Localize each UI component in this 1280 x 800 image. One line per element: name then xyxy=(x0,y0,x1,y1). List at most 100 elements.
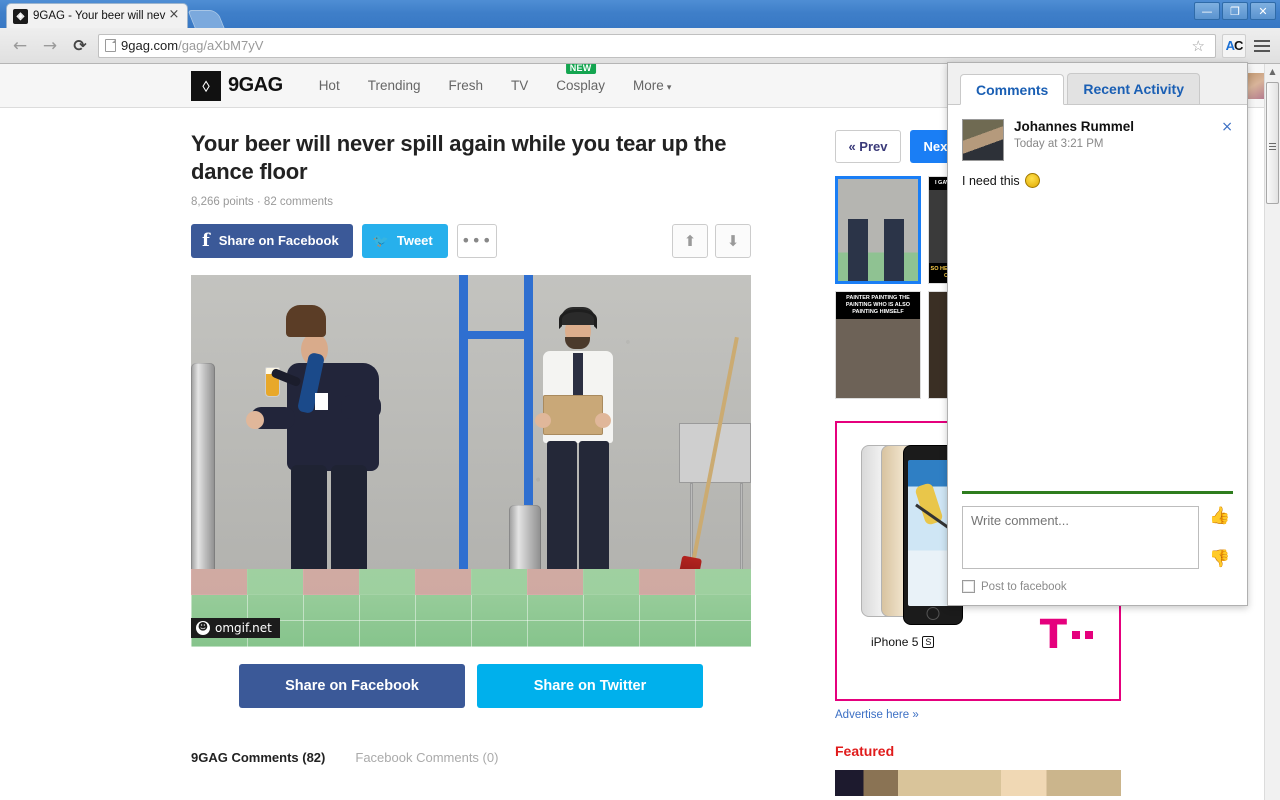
observer-hand-left xyxy=(535,412,551,428)
scroll-up-icon[interactable]: ▲ xyxy=(1265,64,1280,79)
comment-input[interactable] xyxy=(962,506,1199,569)
home-button-icon xyxy=(926,607,940,620)
thumb-figure-right xyxy=(884,219,904,281)
nav-label-cosplay: Cosplay xyxy=(556,78,606,93)
share-on-facebook-button[interactable]: f Share on Facebook xyxy=(191,223,353,258)
maximize-button[interactable]: ❐ xyxy=(1222,2,1248,20)
url-path: /gag/aXbM7yV xyxy=(178,38,264,53)
tweet-button[interactable]: 🐦 Tweet xyxy=(361,223,448,258)
nav-item-fresh[interactable]: Fresh xyxy=(434,78,497,93)
site-brand[interactable]: 9GAG xyxy=(228,74,283,97)
advertise-here-link[interactable]: Advertise here » xyxy=(835,709,1125,721)
tab-comments[interactable]: Comments xyxy=(960,74,1065,105)
chevron-down-icon: ▾ xyxy=(666,83,672,93)
reload-icon[interactable]: ⟳ xyxy=(68,34,92,58)
comment-avatar[interactable] xyxy=(962,119,1004,161)
twitter-icon: 🐦 xyxy=(372,232,389,248)
minimize-button[interactable]: — xyxy=(1194,2,1220,20)
tab-9gag-comments[interactable]: 9GAG Comments (82) xyxy=(191,750,325,765)
url-text: 9gag.com/gag/aXbM7yV xyxy=(121,38,263,53)
tmobile-logo: T xyxy=(1039,612,1093,658)
headphones-icon xyxy=(559,308,597,329)
browser-tab[interactable]: ◈ 9GAG - Your beer will nev × xyxy=(6,3,188,28)
back-icon[interactable]: ← xyxy=(8,34,32,58)
nav-item-trending[interactable]: Trending xyxy=(354,78,435,93)
watermark-text: omgif.net xyxy=(215,620,272,635)
tab-title: 9GAG - Your beer will nev xyxy=(33,10,166,22)
ext-letter-c: C xyxy=(1234,38,1243,53)
grin-emoji-icon xyxy=(1024,173,1040,188)
9gag-favicon-icon: ◈ xyxy=(13,8,28,24)
upvote-button[interactable]: ⬆ xyxy=(672,223,708,258)
observer-hand-right xyxy=(595,412,611,428)
tab-recent-activity[interactable]: Recent Activity xyxy=(1067,73,1200,104)
hamburger-menu-icon[interactable] xyxy=(1252,35,1272,57)
tab-facebook-comments[interactable]: Facebook Comments (0) xyxy=(355,750,498,765)
post-to-facebook-checkbox[interactable] xyxy=(962,580,975,593)
keg-left xyxy=(191,362,215,583)
nav-label-tv: TV xyxy=(511,78,529,93)
bookmark-star-icon[interactable]: ☆ xyxy=(1188,37,1209,55)
tmobile-letter: T xyxy=(1039,612,1067,658)
comment-compose-row: 👍 👎 xyxy=(962,506,1233,569)
forward-icon[interactable]: → xyxy=(38,34,62,58)
url-domain: 9gag.com xyxy=(121,38,179,53)
nav-label-more: More xyxy=(633,78,664,93)
share-on-twitter-big-button[interactable]: Share on Twitter xyxy=(477,663,703,708)
nav-item-more[interactable]: More ▾ xyxy=(619,78,685,93)
cart-leg-1 xyxy=(740,482,743,583)
thumbs-up-icon[interactable]: 👍 xyxy=(1209,506,1233,526)
close-icon[interactable]: × xyxy=(1221,119,1233,135)
site-nav: Hot Trending Fresh TV NEW Cosplay More ▾ xyxy=(305,64,686,93)
downvote-button[interactable]: ⬇ xyxy=(715,223,751,258)
tab-close-icon[interactable]: × xyxy=(167,8,181,23)
page-scrollbar[interactable]: ▲ xyxy=(1264,64,1280,800)
main-column: Your beer will never spill again while y… xyxy=(191,130,791,796)
clipboard-icon xyxy=(543,394,603,435)
comment-text: I need this xyxy=(962,173,1020,188)
browser-toolbar: ← → ⟳ 9gag.com/gag/aXbM7yV ☆ AC xyxy=(0,28,1280,64)
browser-titlebar: ◈ 9GAG - Your beer will nev × — ❐ ✕ xyxy=(0,0,1280,28)
post-to-facebook-row[interactable]: Post to facebook xyxy=(962,580,1233,593)
nav-item-cosplay[interactable]: NEW Cosplay xyxy=(542,64,619,93)
tmobile-dot-1 xyxy=(1072,631,1080,639)
ad-product-name: iPhone 5 xyxy=(871,635,919,649)
dancer-hand-left xyxy=(246,410,264,429)
dancer-arm-right xyxy=(341,394,381,419)
post-meta: 8,266 points · 82 comments xyxy=(191,196,791,208)
share-on-facebook-big-button[interactable]: Share on Facebook xyxy=(239,663,465,708)
thumbnail-item-0[interactable] xyxy=(835,176,921,284)
dancer-hair xyxy=(286,304,326,337)
nav-item-hot[interactable]: Hot xyxy=(305,78,354,93)
nav-item-tv[interactable]: TV xyxy=(497,78,542,93)
vote-group: ⬆ ⬇ xyxy=(672,223,751,258)
comment-author[interactable]: Johannes Rummel xyxy=(1014,119,1134,134)
scrollbar-thumb[interactable] xyxy=(1266,82,1279,204)
new-tab-button[interactable] xyxy=(187,10,225,28)
more-options-button[interactable]: ••• xyxy=(456,223,497,258)
pipe-horizontal xyxy=(459,330,527,339)
thumbnail-item-2[interactable]: PAINTER PAINTING THE PAINTING WHO IS ALS… xyxy=(835,291,921,399)
featured-image[interactable] xyxy=(835,770,1121,796)
post-image[interactable]: ☻ omgif.net xyxy=(191,274,751,647)
divider xyxy=(962,491,1233,494)
meta-separator: · xyxy=(256,195,261,208)
thumbs-down-icon[interactable]: 👎 xyxy=(1209,549,1233,569)
page-title: Your beer will never spill again while y… xyxy=(191,131,727,184)
popup-tab-bar: Comments Recent Activity xyxy=(948,63,1247,105)
address-bar[interactable]: 9gag.com/gag/aXbM7yV ☆ xyxy=(98,33,1216,58)
prev-button[interactable]: « Prev xyxy=(835,130,901,163)
ac-extension-icon[interactable]: AC xyxy=(1222,33,1246,58)
close-window-button[interactable]: ✕ xyxy=(1250,2,1276,20)
comment-body: I need this xyxy=(962,173,1233,188)
pipe-vertical-left xyxy=(459,274,468,605)
post-action-row: f Share on Facebook 🐦 Tweet ••• ⬆ ⬇ xyxy=(191,223,751,258)
popup-footer: 👍 👎 Post to facebook xyxy=(948,491,1247,605)
facebook-icon: f xyxy=(202,229,210,251)
window-controls: — ❐ ✕ xyxy=(1194,2,1276,20)
9gag-logo-icon[interactable]: ⬨ xyxy=(191,70,221,101)
thumb-figure-left xyxy=(848,219,868,281)
comment-tabs: 9GAG Comments (82) Facebook Comments (0) xyxy=(191,750,791,765)
ad-product-suffix: S xyxy=(922,636,935,648)
comment-header: Johannes Rummel Today at 3:21 PM × xyxy=(962,119,1233,161)
